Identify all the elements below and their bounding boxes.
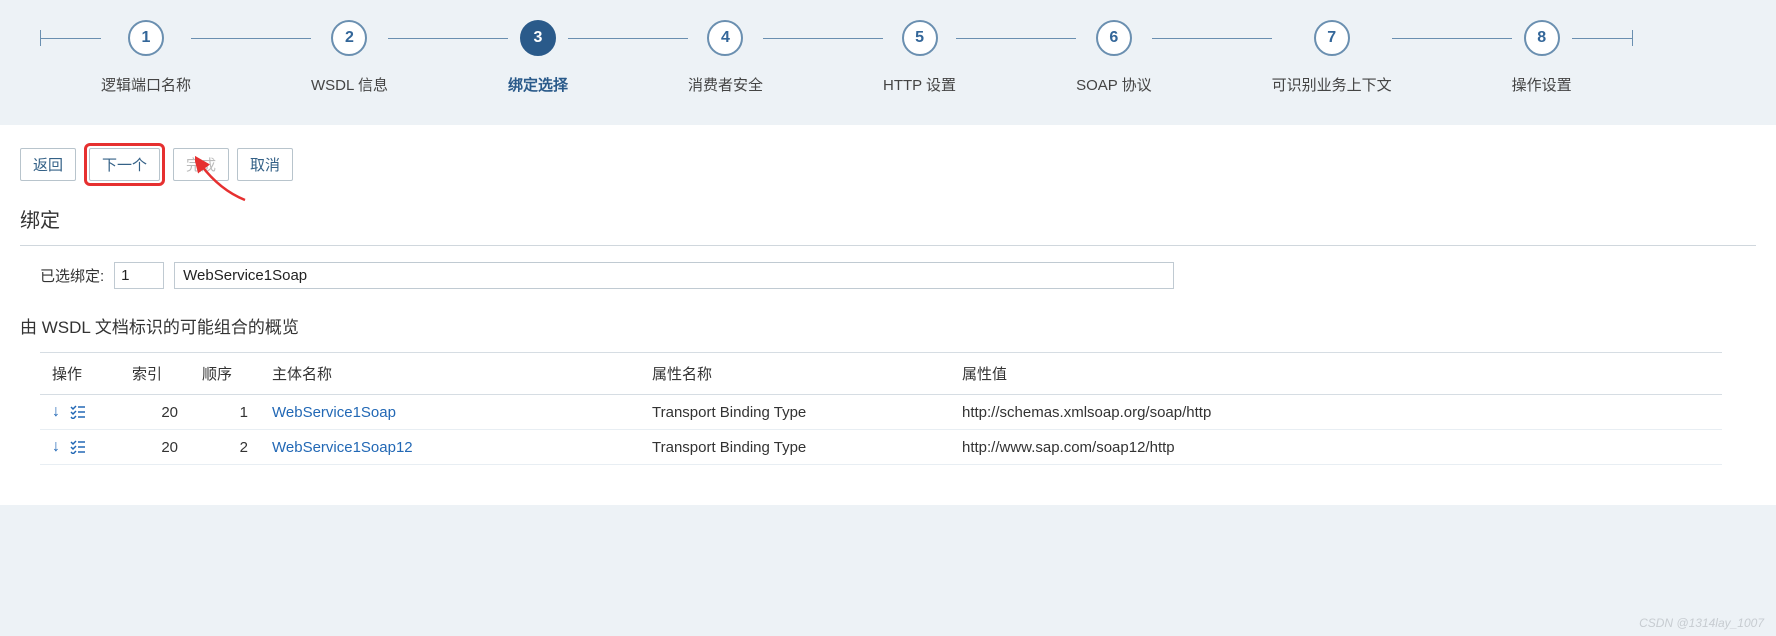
- next-button[interactable]: 下一个: [89, 148, 160, 181]
- bindings-table: 操作 索引 顺序 主体名称 属性名称 属性值 ↓ 201 WebService1So…: [40, 352, 1722, 465]
- button-bar: 返回 下一个 完成 取消: [20, 143, 1756, 186]
- cell-attr-value: http://www.sap.com/soap12/http: [950, 430, 1722, 465]
- step-label: SOAP 协议: [1076, 74, 1152, 95]
- selected-name-input[interactable]: [174, 262, 1174, 289]
- wizard-steps: 1 逻辑端口名称 2 WSDL 信息 3 绑定选择 4 消费者安全 5 HTTP 设置 6 SOAP …: [40, 20, 1736, 95]
- step-circle: 1: [128, 20, 164, 56]
- cell-subject: WebService1Soap: [260, 395, 640, 430]
- cell-attr-value: http://schemas.xmlsoap.org/soap/http: [950, 395, 1722, 430]
- wizard-step-1[interactable]: 1 逻辑端口名称: [101, 20, 191, 95]
- step-circle: 4: [707, 20, 743, 56]
- table-row: ↓ 201 WebService1Soap Transport Binding Typ…: [40, 395, 1722, 430]
- selected-binding-label: 已选绑定:: [40, 265, 104, 286]
- wizard-step-7[interactable]: 7 可识别业务上下文: [1272, 20, 1392, 95]
- table-row: ↓ 202 WebService1Soap12 Transport Binding T…: [40, 430, 1722, 465]
- step-circle: 6: [1096, 20, 1132, 56]
- wizard-step-4[interactable]: 4 消费者安全: [688, 20, 763, 95]
- cell-index: 20: [120, 395, 190, 430]
- arrow-down-icon[interactable]: ↓: [52, 438, 60, 456]
- step-circle: 7: [1314, 20, 1350, 56]
- binding-section-title: 绑定: [20, 204, 1756, 233]
- th-action: 操作: [40, 353, 120, 395]
- cell-index: 20: [120, 430, 190, 465]
- selected-binding-row: 已选绑定:: [20, 262, 1756, 289]
- cell-order: 2: [190, 430, 260, 465]
- watermark: CSDN @1314lay_1007: [1639, 616, 1764, 630]
- cell-order: 1: [190, 395, 260, 430]
- checklist-icon[interactable]: [70, 405, 86, 419]
- wizard-step-2[interactable]: 2 WSDL 信息: [311, 20, 388, 95]
- selected-count-input[interactable]: [114, 262, 164, 289]
- step-label: 逻辑端口名称: [101, 74, 191, 95]
- cell-attr-name: Transport Binding Type: [640, 395, 950, 430]
- step-label: 消费者安全: [688, 74, 763, 95]
- subject-link[interactable]: WebService1Soap: [272, 404, 396, 421]
- step-label: 可识别业务上下文: [1272, 74, 1392, 95]
- back-button[interactable]: 返回: [20, 148, 76, 181]
- step-label: HTTP 设置: [883, 74, 956, 95]
- step-circle: 2: [331, 20, 367, 56]
- step-circle: 5: [902, 20, 938, 56]
- wizard-step-3[interactable]: 3 绑定选择: [508, 20, 568, 95]
- divider: [20, 245, 1756, 246]
- wizard-step-8[interactable]: 8 操作设置: [1512, 20, 1572, 95]
- wizard-step-6[interactable]: 6 SOAP 协议: [1076, 20, 1152, 95]
- arrow-down-icon[interactable]: ↓: [52, 403, 60, 421]
- th-subject: 主体名称: [260, 353, 640, 395]
- step-circle: 8: [1524, 20, 1560, 56]
- wizard-step-5[interactable]: 5 HTTP 设置: [883, 20, 956, 95]
- step-label: WSDL 信息: [311, 74, 388, 95]
- step-circle: 3: [520, 20, 556, 56]
- finish-button: 完成: [173, 148, 229, 181]
- cell-attr-name: Transport Binding Type: [640, 430, 950, 465]
- highlight-next: 下一个: [84, 143, 165, 186]
- th-index: 索引: [120, 353, 190, 395]
- cancel-button[interactable]: 取消: [237, 148, 293, 181]
- th-order: 顺序: [190, 353, 260, 395]
- th-attr-name: 属性名称: [640, 353, 950, 395]
- step-label: 操作设置: [1512, 74, 1572, 95]
- checklist-icon[interactable]: [70, 440, 86, 454]
- th-attr-value: 属性值: [950, 353, 1722, 395]
- step-label: 绑定选择: [508, 74, 568, 95]
- overview-title: 由 WSDL 文档标识的可能组合的概览: [20, 313, 1756, 338]
- cell-subject: WebService1Soap12: [260, 430, 640, 465]
- subject-link[interactable]: WebService1Soap12: [272, 439, 413, 456]
